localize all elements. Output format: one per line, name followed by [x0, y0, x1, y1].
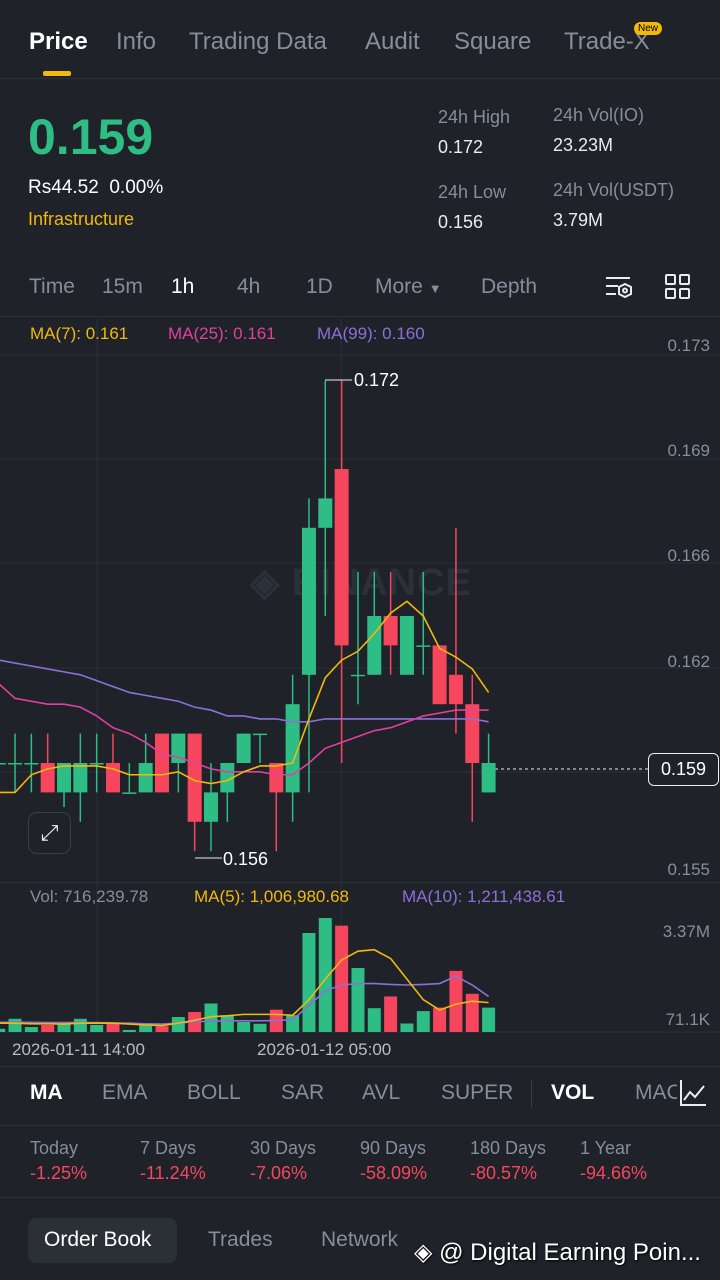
high-marker: 0.172 — [354, 370, 400, 390]
perf-7d: 7 Days -11.24% — [140, 1138, 206, 1183]
low-marker: 0.156 — [223, 849, 269, 869]
vol-ma10-line — [0, 975, 490, 1025]
perf-today: Today -1.25% — [30, 1138, 88, 1183]
candle-down — [465, 704, 480, 763]
divider — [0, 1066, 720, 1067]
volume-bar — [237, 1022, 251, 1032]
indicator-boll[interactable]: BOLL — [187, 1081, 241, 1105]
vol-ma5-legend: MA(5): 1,006,980.68 — [194, 887, 349, 906]
expand-chart-button[interactable]: ⤢ — [28, 812, 71, 854]
volume-legend: Vol: 716,239.78 — [30, 887, 149, 906]
ma99-line — [0, 659, 489, 723]
volume-bar — [90, 1024, 104, 1032]
perf-1y: 1 Year -94.66% — [580, 1138, 648, 1183]
volume-bar — [400, 1023, 414, 1032]
volume-bar — [41, 1024, 55, 1032]
indicator-vol[interactable]: VOL — [551, 1081, 594, 1105]
indicator-avl[interactable]: AVL — [362, 1081, 400, 1105]
perf-180d: 180 Days -80.57% — [470, 1138, 547, 1183]
candle-down — [334, 469, 349, 646]
divider — [0, 882, 720, 883]
indicator-ema[interactable]: EMA — [102, 1081, 148, 1105]
price-axis-label: 0.173 — [667, 336, 710, 355]
ma7-line — [0, 600, 490, 794]
volume-axis-label: 71.1K — [665, 1010, 710, 1029]
volume-bar — [73, 1018, 87, 1032]
tab-order-book[interactable]: Order Book — [44, 1228, 151, 1252]
candle-up — [236, 733, 251, 763]
volume-bar — [220, 1015, 234, 1032]
volume-bar — [433, 1007, 447, 1032]
candle-up — [122, 792, 137, 794]
volume-bar — [302, 933, 316, 1032]
time-axis-label: 2026-01-11 14:00 — [12, 1040, 145, 1059]
volume-bar — [286, 1015, 300, 1032]
indicator-sar[interactable]: SAR — [281, 1081, 324, 1105]
volume-bar — [482, 1007, 496, 1032]
candle-up — [89, 763, 104, 765]
candle-up — [416, 645, 431, 647]
price-axis-label: 0.162 — [667, 652, 710, 671]
candle-up — [24, 763, 39, 765]
ma7-legend: MA(7): 0.161 — [30, 324, 129, 343]
volume-bar — [0, 1028, 6, 1032]
volume-bar — [351, 967, 365, 1032]
volume-axis-label: 3.37M — [662, 922, 710, 941]
candle-down — [448, 674, 463, 705]
candle-up — [399, 616, 414, 675]
candle-up — [73, 763, 88, 793]
indicator-ma[interactable]: MA — [30, 1081, 63, 1105]
current-price-tag: 0.159 — [648, 753, 719, 786]
candle-up — [8, 763, 23, 765]
vol-ma10-legend: MA(10): 1,211,438.61 — [402, 887, 566, 906]
candle-down — [155, 733, 169, 793]
candle-down — [432, 645, 447, 705]
vol-ma5-line — [0, 948, 489, 1027]
volume-bar — [449, 970, 463, 1032]
ma25-legend: MA(25): 0.161 — [168, 324, 276, 343]
price-chart[interactable] — [0, 0, 720, 1040]
divider — [531, 1080, 532, 1108]
volume-bar — [122, 1029, 136, 1032]
divider — [0, 1125, 720, 1126]
candle-up — [252, 733, 267, 736]
candle-up — [301, 527, 316, 675]
binance-logo-icon: ◈ — [414, 1239, 433, 1266]
volume-bar — [465, 993, 479, 1032]
candle-down — [269, 763, 284, 793]
volume-bar — [106, 1023, 120, 1032]
expand-icon: ⤢ — [40, 820, 59, 845]
volume-bar — [416, 1011, 430, 1032]
candle-up — [138, 763, 153, 793]
volume-bar — [8, 1018, 22, 1032]
volume-bar — [24, 1027, 38, 1032]
candle-up — [350, 674, 365, 677]
volume-bar — [253, 1023, 267, 1032]
perf-30d: 30 Days -7.06% — [250, 1138, 317, 1183]
price-axis-label: 0.155 — [667, 860, 710, 879]
tab-trades[interactable]: Trades — [208, 1228, 273, 1252]
time-axis-label: 2026-01-12 05:00 — [257, 1040, 392, 1059]
divider — [0, 1197, 720, 1198]
ma99-legend: MA(99): 0.160 — [317, 324, 425, 343]
perf-90d: 90 Days -58.09% — [360, 1138, 428, 1183]
indicator-settings-icon[interactable] — [678, 1078, 708, 1108]
tab-network[interactable]: Network — [321, 1228, 398, 1252]
candle-up — [481, 763, 496, 793]
candle-up — [0, 763, 6, 765]
candle-up — [367, 616, 382, 675]
candle-up — [203, 792, 218, 822]
volume-bar — [335, 925, 349, 1032]
volume-bar — [155, 1026, 169, 1032]
price-axis-label: 0.166 — [667, 546, 710, 565]
credit-overlay: ◈ @ Digital Earning Poin... — [414, 1239, 701, 1266]
indicator-macd[interactable]: MAC — [635, 1081, 677, 1105]
candle-up — [318, 498, 333, 528]
indicator-super[interactable]: SUPER — [441, 1081, 513, 1105]
price-axis-label: 0.169 — [667, 441, 710, 460]
volume-bar — [139, 1024, 153, 1032]
volume-bar — [367, 1008, 381, 1032]
volume-bar — [384, 996, 398, 1032]
